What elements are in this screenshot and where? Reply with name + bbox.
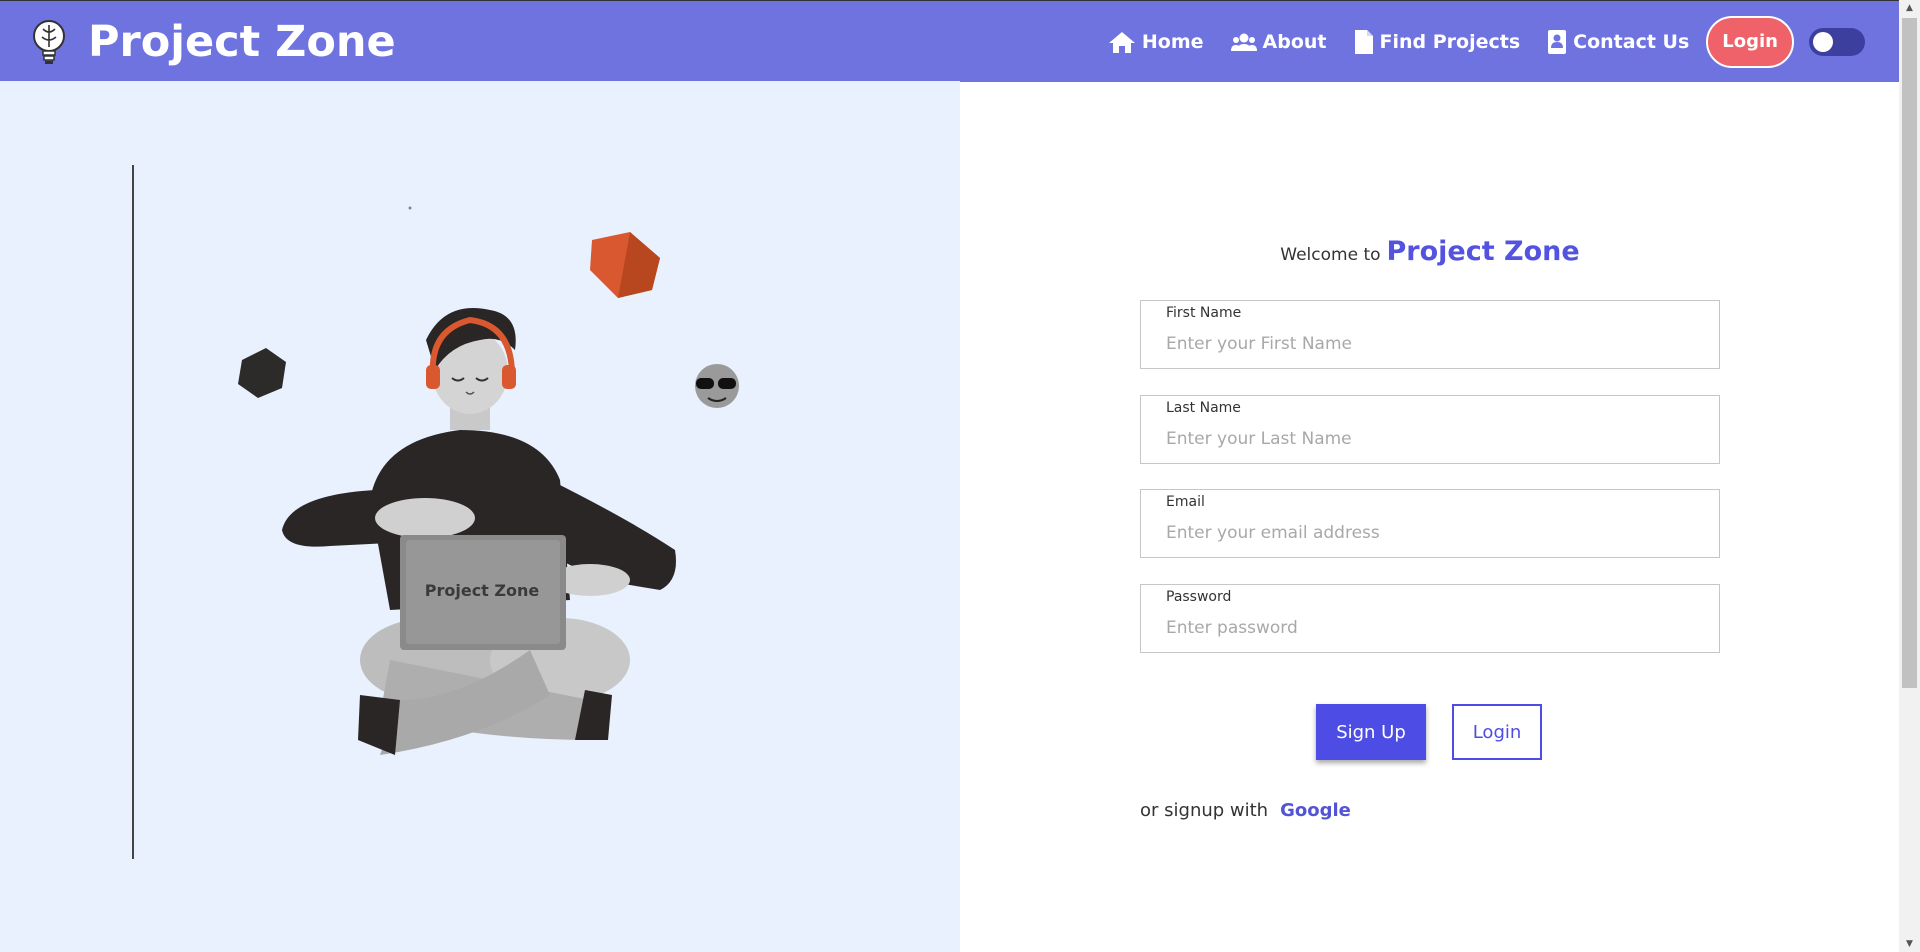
- password-input[interactable]: [1166, 613, 1696, 643]
- nav-about[interactable]: About: [1230, 30, 1327, 53]
- welcome-text: Welcome to: [1280, 245, 1381, 265]
- person-with-laptop-illustration: [238, 206, 739, 755]
- email-input[interactable]: [1166, 518, 1696, 548]
- login-button[interactable]: Login: [1452, 704, 1542, 760]
- email-label: Email: [1166, 494, 1205, 510]
- last-name-input[interactable]: [1166, 424, 1696, 454]
- vertical-divider: [132, 165, 134, 859]
- nav-links: Home About Find Projects Contact Us Logi…: [1081, 1, 1865, 82]
- nav-contact-us[interactable]: Contact Us: [1547, 29, 1689, 55]
- last-name-label: Last Name: [1166, 400, 1241, 416]
- scroll-up-arrow-icon[interactable]: ▲: [1899, 0, 1920, 16]
- nav-home-label: Home: [1141, 30, 1204, 53]
- email-field: Email: [1140, 489, 1720, 558]
- laptop-label: Project Zone: [424, 581, 540, 600]
- password-label: Password: [1166, 589, 1232, 605]
- toggle-knob: [1813, 31, 1833, 52]
- password-field: Password: [1140, 584, 1720, 653]
- last-name-field: Last Name: [1140, 395, 1720, 464]
- first-name-label: First Name: [1166, 305, 1242, 321]
- nav-about-label: About: [1262, 30, 1327, 53]
- nav-find-projects-label: Find Projects: [1379, 30, 1521, 53]
- home-icon: [1108, 31, 1135, 53]
- lightbulb-logo-icon: [33, 19, 65, 64]
- scroll-down-arrow-icon[interactable]: ▼: [1899, 936, 1920, 952]
- welcome-heading: Welcome to Project Zone: [1140, 236, 1720, 267]
- first-name-field: First Name: [1140, 300, 1720, 369]
- nav-login-label: Login: [1722, 31, 1778, 52]
- top-navbar: Project Zone Home About Find Projects Co…: [0, 0, 1899, 82]
- nav-contact-us-label: Contact Us: [1573, 30, 1690, 53]
- brand-title: Project Zone: [88, 16, 396, 67]
- nav-home[interactable]: Home: [1108, 30, 1204, 54]
- nav-login-button[interactable]: Login: [1706, 15, 1794, 68]
- brand[interactable]: Project Zone: [30, 17, 396, 67]
- nav-find-projects[interactable]: Find Projects: [1354, 29, 1521, 55]
- theme-toggle[interactable]: [1809, 27, 1865, 56]
- alt-signup: or signup with Google: [1140, 800, 1351, 821]
- sign-up-button[interactable]: Sign Up: [1316, 704, 1426, 760]
- black-cube-icon: [238, 348, 286, 398]
- scroll-thumb[interactable]: [1902, 18, 1917, 688]
- file-icon: [1354, 29, 1373, 54]
- google-signup-link[interactable]: Google: [1280, 800, 1351, 821]
- alt-signup-text: or signup with: [1140, 800, 1269, 821]
- vertical-scrollbar[interactable]: ▲ ▼: [1899, 0, 1920, 952]
- contact-card-icon: [1548, 29, 1567, 54]
- first-name-input[interactable]: [1166, 329, 1696, 359]
- welcome-brand: Project Zone: [1386, 236, 1580, 267]
- users-icon: [1230, 33, 1257, 51]
